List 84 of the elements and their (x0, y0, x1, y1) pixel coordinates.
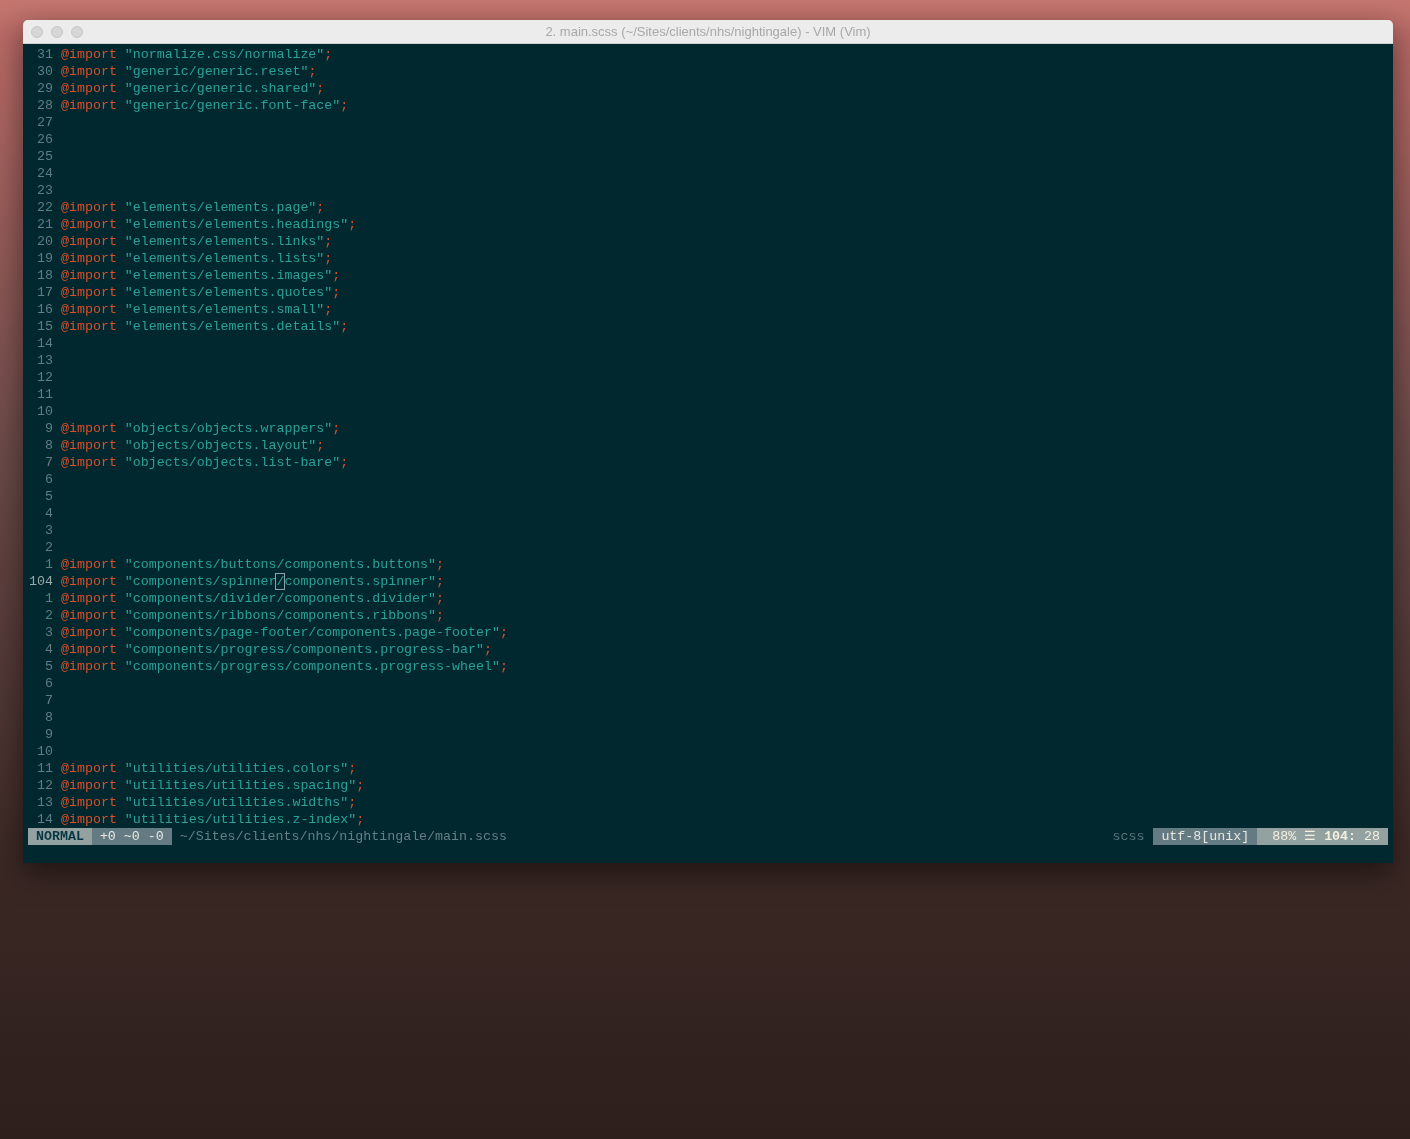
code-line: @import "elements/elements.small"; (61, 301, 333, 318)
close-button[interactable] (31, 26, 43, 38)
percent-label: 88% (1272, 828, 1297, 845)
line-number: 8 (44, 709, 53, 726)
code-line: @import "elements/elements.page"; (61, 199, 325, 216)
line-number: 4 (44, 505, 53, 522)
line-number: 13 (36, 794, 53, 811)
code-line: @import "generic/generic.shared"; (61, 80, 325, 97)
line-number: 11 (36, 760, 53, 777)
code-line: @import "objects/objects.wrappers"; (61, 420, 341, 437)
line-number: 7 (44, 692, 53, 709)
code-line: @import "utilities/utilities.spacing"; (61, 777, 365, 794)
code-line: @import "normalize.css/normalize"; (61, 46, 333, 63)
code-line: @import "objects/objects.list-bare"; (61, 454, 349, 471)
line-number: 104 (28, 573, 53, 590)
line-number: 1 (44, 590, 53, 607)
line-number: 30 (36, 63, 53, 80)
line-number: 12 (36, 777, 53, 794)
code-line: @import "elements/elements.lists"; (61, 250, 333, 267)
line-number: 6 (44, 675, 53, 692)
encoding-label: utf-8[unix] (1153, 828, 1258, 845)
line-number: 17 (36, 284, 53, 301)
code-line: @import "elements/elements.details"; (61, 318, 349, 335)
code-line: @import "utilities/utilities.widths"; (61, 794, 357, 811)
line-number: 26 (36, 131, 53, 148)
code-line: @import "components/buttons/components.buttons"; (61, 556, 445, 573)
line-number: 14 (36, 335, 53, 352)
line-number: 5 (44, 658, 53, 675)
line-number: 13 (36, 352, 53, 369)
line-number: 29 (36, 80, 53, 97)
line-number: 21 (36, 216, 53, 233)
line-number: 10 (36, 403, 53, 420)
code-line: @import "components/divider/components.divider"; (61, 590, 445, 607)
line-number: 1 (44, 556, 53, 573)
line-number: 15 (36, 318, 53, 335)
code-line: @import "generic/generic.reset"; (61, 63, 317, 80)
code-line: @import "utilities/utilities.colors"; (61, 760, 357, 777)
line-number: 19 (36, 250, 53, 267)
line-number: 12 (36, 369, 53, 386)
line-number: 7 (44, 454, 53, 471)
line-number: 22 (36, 199, 53, 216)
code-line: @import "generic/generic.font-face"; (61, 97, 349, 114)
cursor-position: 104: 28 (1324, 828, 1380, 845)
line-number: 3 (44, 624, 53, 641)
line-number: 11 (36, 386, 53, 403)
line-number: 3 (44, 522, 53, 539)
zoom-button[interactable] (71, 26, 83, 38)
line-number: 9 (44, 420, 53, 437)
code-line: @import "objects/objects.layout"; (61, 437, 325, 454)
text-cursor: / (276, 574, 285, 589)
line-number: 2 (44, 607, 53, 624)
line-number: 16 (36, 301, 53, 318)
code-line: @import "components/ribbons/components.ribbons"; (61, 607, 445, 624)
code-line: @import "elements/elements.quotes"; (61, 284, 341, 301)
line-number: 23 (36, 182, 53, 199)
mode-indicator: NORMAL (28, 828, 92, 845)
code-line: @import "utilities/utilities.z-index"; (61, 811, 365, 828)
diff-stats: +0 ~0 -0 (91, 828, 172, 845)
code-line: @import "elements/elements.headings"; (61, 216, 357, 233)
code-line: @import "elements/elements.links"; (61, 233, 333, 250)
line-number: 28 (36, 97, 53, 114)
code-line: @import "components/page-footer/components.page-footer"; (61, 624, 508, 641)
lines-icon: ☰ (1304, 828, 1317, 845)
line-number: 6 (44, 471, 53, 488)
line-number: 5 (44, 488, 53, 505)
line-number: 4 (44, 641, 53, 658)
code-line: @import "elements/elements.images"; (61, 267, 341, 284)
window-title: 2. main.scss (~/Sites/clients/nhs/nightingale) - VIM (Vim) (545, 22, 871, 41)
line-number: 25 (36, 148, 53, 165)
filetype-label: scss (1112, 828, 1145, 845)
line-number: 2 (44, 539, 53, 556)
line-number: 8 (44, 437, 53, 454)
line-number: 24 (36, 165, 53, 182)
minimize-button[interactable] (51, 26, 63, 38)
line-number: 20 (36, 233, 53, 250)
line-number: 9 (44, 726, 53, 743)
line-number: 31 (36, 46, 53, 63)
line-number: 18 (36, 267, 53, 284)
code-line: @import "components/progress/components.progress-bar"; (61, 641, 492, 658)
code-line: @import "components/progress/components.progress-wheel"; (61, 658, 508, 675)
file-path: ~/Sites/clients/nhs/nightingale/main.scss (179, 828, 507, 845)
line-number: 10 (36, 743, 53, 760)
line-number: 27 (36, 114, 53, 131)
line-number: 14 (36, 811, 53, 828)
